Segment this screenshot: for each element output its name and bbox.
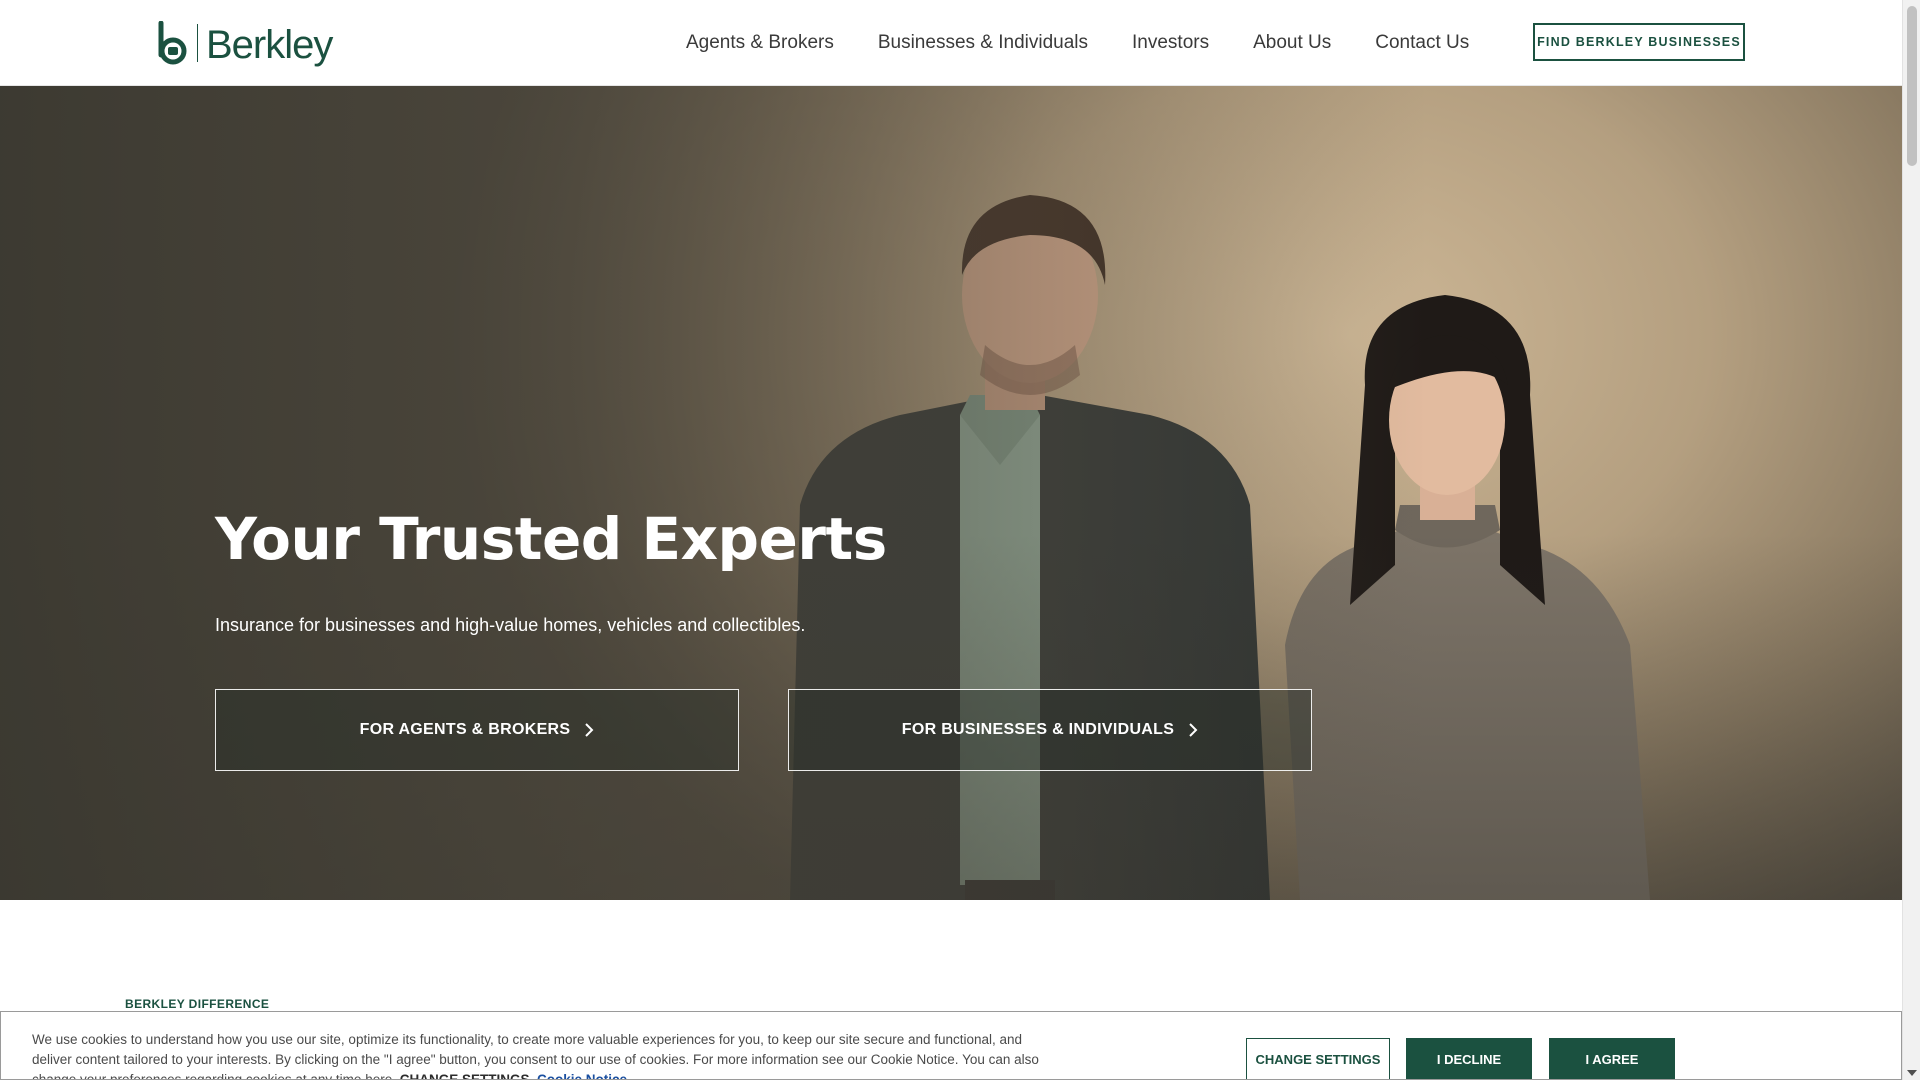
site-header: Berkley Agents & Brokers Businesses & In… bbox=[0, 0, 1902, 86]
logo-divider bbox=[197, 24, 198, 62]
hero-title: Your Trusted Experts bbox=[215, 505, 887, 573]
berkley-difference-eyebrow: BERKLEY DIFFERENCE bbox=[125, 997, 270, 1011]
nav-agents-brokers[interactable]: Agents & Brokers bbox=[686, 29, 834, 57]
page-scrollbar[interactable] bbox=[1902, 0, 1920, 1080]
scrollbar-thumb[interactable] bbox=[1907, 6, 1917, 166]
chevron-right-icon bbox=[585, 723, 594, 737]
cookie-notice-link[interactable]: Cookie Notice bbox=[537, 1072, 627, 1079]
change-settings-link[interactable]: CHANGE SETTINGS. bbox=[400, 1072, 534, 1079]
for-agents-brokers-label: FOR AGENTS & BROKERS bbox=[359, 721, 571, 738]
scroll-down-arrow-icon[interactable] bbox=[1907, 1070, 1917, 1076]
find-berkley-businesses-button[interactable]: FIND BERKLEY BUSINESSES bbox=[1533, 23, 1745, 61]
cookie-notice-text: We use cookies to understand how you use… bbox=[32, 1030, 1042, 1080]
for-agents-brokers-button[interactable]: FOR AGENTS & BROKERS bbox=[215, 689, 739, 771]
hero-subtitle: Insurance for businesses and high-value … bbox=[215, 615, 806, 635]
main-nav: Agents & Brokers Businesses & Individual… bbox=[686, 29, 1469, 57]
hero-section: Your Trusted Experts Insurance for busin… bbox=[0, 85, 1902, 900]
cookie-banner: We use cookies to understand how you use… bbox=[0, 1011, 1902, 1080]
nav-about-us[interactable]: About Us bbox=[1253, 29, 1331, 57]
decline-cookies-button[interactable]: I DECLINE bbox=[1406, 1038, 1532, 1079]
for-businesses-individuals-label: FOR BUSINESSES & INDIVIDUALS bbox=[901, 721, 1175, 738]
agree-cookies-button[interactable]: I AGREE bbox=[1549, 1038, 1675, 1079]
berkley-logo[interactable]: Berkley bbox=[157, 18, 333, 68]
nav-contact-us[interactable]: Contact Us bbox=[1375, 29, 1469, 57]
change-settings-button[interactable]: CHANGE SETTINGS bbox=[1246, 1038, 1390, 1079]
berkley-b-logo-icon bbox=[158, 21, 187, 65]
nav-businesses-individuals[interactable]: Businesses & Individuals bbox=[878, 29, 1088, 57]
cookie-body: We use cookies to understand how you use… bbox=[32, 1032, 1039, 1080]
logo-wordmark: Berkley bbox=[206, 23, 333, 67]
hero-overlay bbox=[0, 85, 1902, 900]
for-businesses-individuals-button[interactable]: FOR BUSINESSES & INDIVIDUALS bbox=[788, 689, 1312, 771]
nav-investors[interactable]: Investors bbox=[1132, 29, 1209, 57]
chevron-right-icon bbox=[1189, 723, 1198, 737]
